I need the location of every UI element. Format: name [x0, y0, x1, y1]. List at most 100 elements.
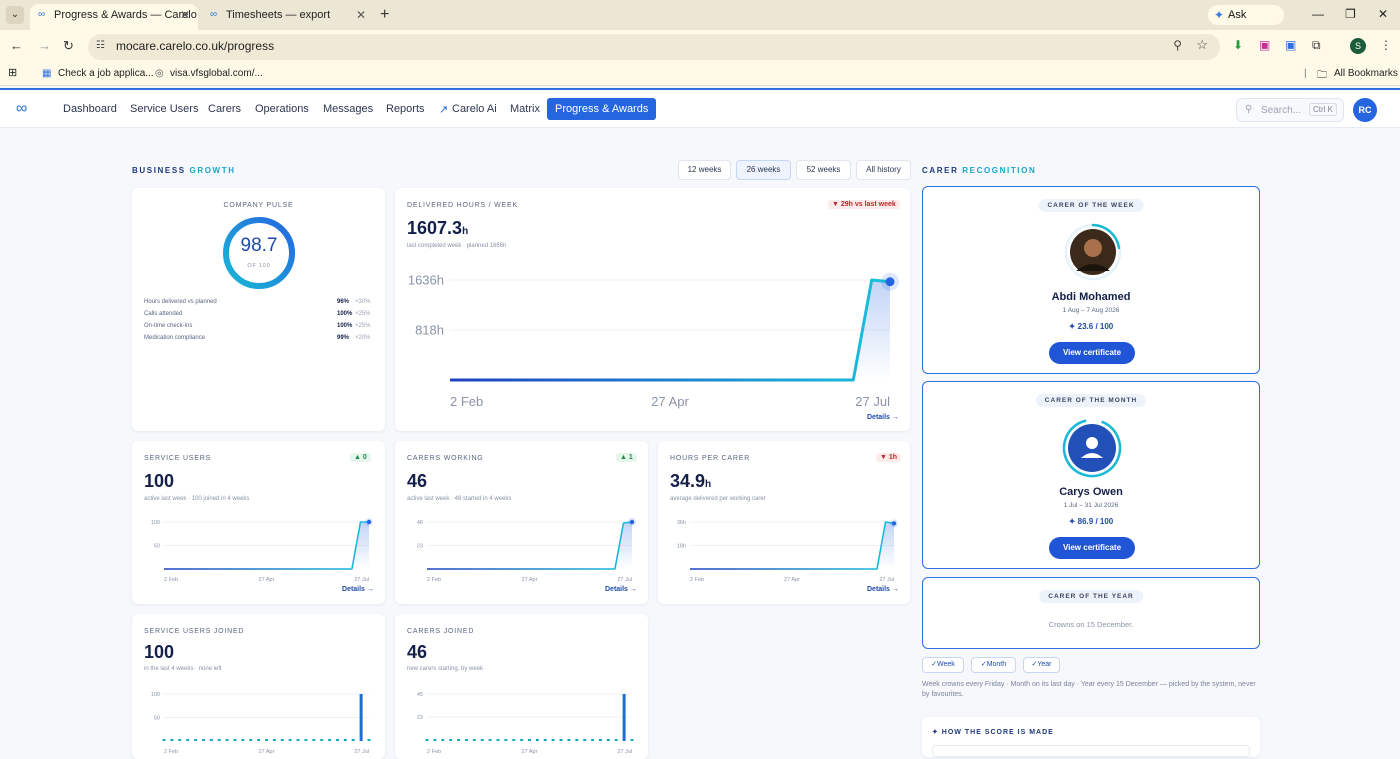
reload-icon[interactable]: ↻	[63, 38, 74, 54]
kpi-subtitle: new carers starting, by week	[407, 666, 484, 672]
bar	[480, 739, 484, 741]
delivered-hours-chart: 1636h 818h 2 Feb 27 Apr 27 Jul	[408, 272, 899, 409]
extension-blue-icon[interactable]: ▣	[1285, 38, 1296, 52]
extension-pink-icon[interactable]: ▣	[1259, 38, 1270, 52]
range-26-weeks[interactable]: 26 weeks	[736, 160, 791, 180]
bar	[367, 739, 371, 741]
kpi-value: 34.9h	[670, 471, 711, 492]
x-tick-label: 27 Apr	[784, 577, 800, 583]
carers-working-card: CARERS WORKING ▲ 1 46 active last week ·…	[395, 441, 648, 604]
site-settings-icon[interactable]: ☷	[96, 40, 105, 51]
restore-icon[interactable]: ❐	[1345, 7, 1356, 21]
pulse-row-weight: ×30%	[355, 299, 371, 305]
title-part: BUSINESS	[132, 166, 186, 175]
bookmark-visa[interactable]: visa.vfsglobal.com/...	[170, 68, 263, 79]
bar	[359, 694, 363, 741]
tab-title: Timesheets — export	[226, 9, 331, 21]
x-tick-label: 2 Feb	[164, 577, 178, 583]
x-tick-label: 27 Jul	[617, 749, 632, 755]
x-tick-label: 27 Apr	[522, 577, 538, 583]
extensions-puzzle-icon[interactable]: ⧉	[1312, 38, 1321, 53]
bar	[472, 739, 476, 741]
nav-reports[interactable]: Reports	[386, 103, 425, 115]
nav-progress-awards[interactable]: Progress & Awards	[547, 98, 657, 120]
title-part-highlight: RECOGNITION	[962, 166, 1037, 175]
user-avatar[interactable]: RC	[1353, 98, 1377, 122]
bookmark-star-icon[interactable]: ☆	[1196, 37, 1208, 53]
apps-grid-icon[interactable]: ⊞	[8, 66, 17, 79]
browser-menu-icon[interactable]: ⋮	[1380, 38, 1392, 52]
bar	[343, 739, 347, 741]
x-tick-label: 27 Jul	[855, 394, 890, 409]
nav-carelo-ai[interactable]: Carelo Ai	[452, 103, 497, 115]
download-extension-icon[interactable]: ⬇	[1233, 38, 1243, 52]
nav-messages[interactable]: Messages	[323, 103, 373, 115]
forward-arrow-icon[interactable]: →	[38, 38, 51, 53]
browser-tab-strip: ⌄ ∞ Progress & Awards — Carelo ✕ ∞ Times…	[0, 0, 1400, 41]
year-chip[interactable]: ✓Year	[1023, 657, 1060, 673]
bar	[528, 739, 531, 741]
range-12-weeks[interactable]: 12 weeks	[678, 160, 731, 180]
range-52-weeks[interactable]: 52 weeks	[796, 160, 851, 180]
tab-progress-awards[interactable]: ∞ Progress & Awards — Carelo ✕	[30, 4, 198, 30]
details-link[interactable]: Details →	[867, 586, 899, 593]
bar	[433, 739, 437, 741]
nav-matrix[interactable]: Matrix	[510, 103, 540, 115]
bookmark-job-application[interactable]: Check a job applica...	[58, 68, 154, 79]
all-bookmarks-link[interactable]: All Bookmarks	[1334, 68, 1398, 79]
kpi-subtitle: in the last 4 weeks · none left	[144, 666, 222, 672]
close-tab-icon[interactable]: ✕	[180, 4, 190, 26]
pulse-row-name: Calls attended	[144, 311, 183, 317]
details-link[interactable]: Details →	[867, 414, 899, 421]
nav-dashboard[interactable]: Dashboard	[63, 103, 117, 115]
carers-joined-card: CARERS JOINED 46 new carers starting, by…	[395, 614, 648, 759]
x-tick-label: 2 Feb	[164, 749, 178, 755]
carer-of-the-month-card: CARER OF THE MONTH Carys Owen 1 Jul – 31…	[922, 381, 1260, 569]
zoom-magnifier-icon[interactable]: ⚲	[1173, 38, 1182, 52]
delivered-hours-card: DELIVERED HOURS / WEEK ▼ 29h vs last wee…	[395, 188, 910, 431]
kpi-number: 34.9	[670, 471, 706, 491]
view-certificate-button[interactable]: View certificate	[1049, 342, 1135, 364]
minimize-icon[interactable]: —	[1312, 7, 1324, 21]
x-tick-label: 2 Feb	[427, 577, 441, 583]
bar	[312, 739, 316, 741]
profile-avatar[interactable]: S	[1350, 38, 1366, 54]
bar	[217, 739, 221, 741]
nav-carers[interactable]: Carers	[208, 103, 241, 115]
how-score-made-card: ✦ HOW THE SCORE IS MADE	[922, 717, 1260, 757]
close-tab-icon[interactable]: ✕	[356, 4, 366, 26]
carelo-logo-icon[interactable]: ∞	[16, 101, 38, 117]
details-link[interactable]: Details →	[605, 586, 637, 593]
tab-search-button[interactable]: ⌄	[6, 6, 24, 24]
search-input[interactable]: ⚲ Search... Ctrl K	[1236, 98, 1344, 122]
tab-timesheets[interactable]: ∞ Timesheets — export ✕	[202, 4, 374, 30]
details-link[interactable]: Details →	[342, 586, 374, 593]
bar	[575, 739, 579, 741]
bar	[233, 739, 237, 741]
back-arrow-icon[interactable]: ←	[10, 38, 23, 53]
nav-operations[interactable]: Operations	[255, 103, 309, 115]
hours-delta-badge: ▼ 29h vs last week	[828, 200, 900, 209]
range-all-history[interactable]: All history	[856, 160, 911, 180]
search-icon: ⚲	[1245, 104, 1253, 115]
y-tick-label: 23	[417, 543, 423, 549]
kpi-subtitle: active last week · 46 started in 4 weeks	[407, 496, 512, 502]
url-text[interactable]: mocare.carelo.co.uk/progress	[116, 39, 274, 53]
bar	[583, 739, 587, 741]
bar	[272, 739, 276, 741]
pulse-row-weight: ×25%	[355, 323, 371, 329]
view-certificate-button[interactable]: View certificate	[1049, 537, 1135, 559]
week-chip[interactable]: ✓Week	[922, 657, 964, 673]
ask-gemini-button[interactable]: ✦ Ask Gemini	[1208, 5, 1284, 41]
carelo-ai-sparkle-icon: ↗	[439, 104, 449, 116]
month-chip[interactable]: ✓Month	[971, 657, 1016, 673]
last-point	[891, 521, 897, 526]
bar	[622, 694, 626, 741]
score-factor-row[interactable]	[932, 745, 1250, 757]
search-shortcut-badge: Ctrl K	[1309, 103, 1337, 116]
nav-service-users[interactable]: Service Users	[130, 103, 198, 115]
new-tab-plus-icon[interactable]: +	[380, 6, 389, 24]
close-window-icon[interactable]: ✕	[1378, 7, 1388, 21]
bar	[598, 739, 602, 741]
omnibox[interactable]: ☷ mocare.carelo.co.uk/progress ⚲ ☆	[88, 34, 1220, 60]
